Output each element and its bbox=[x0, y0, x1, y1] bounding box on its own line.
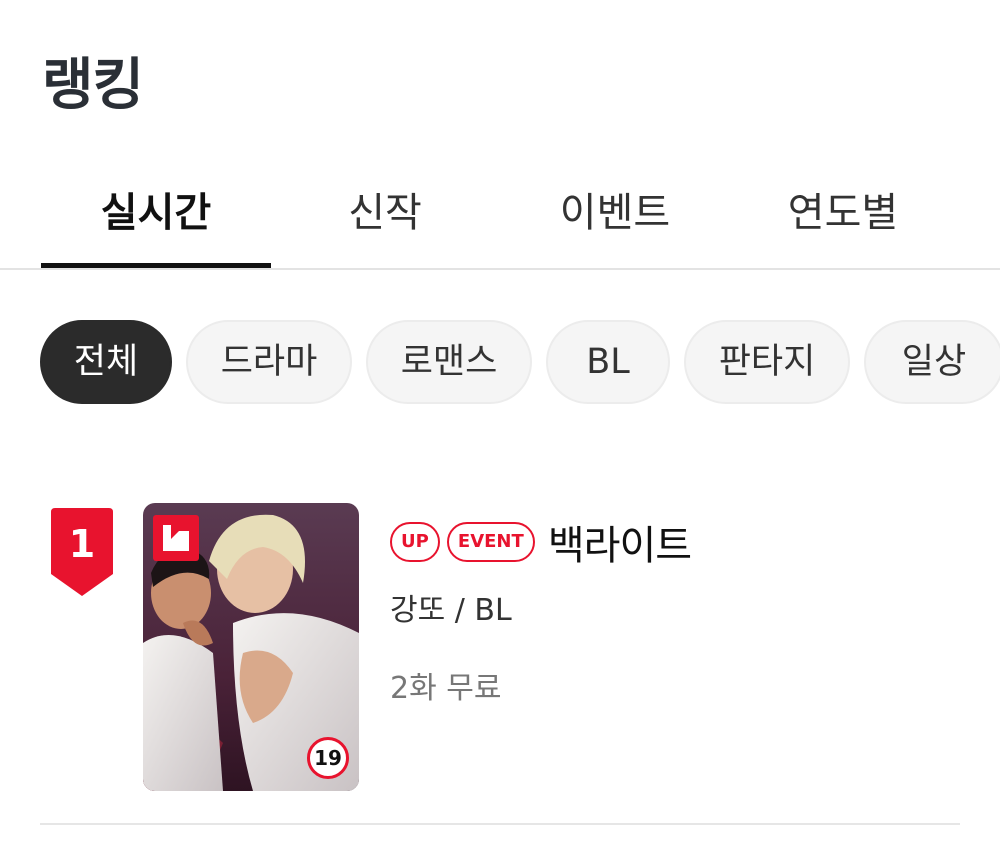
genre-chip-daily[interactable]: 일상 bbox=[864, 320, 1000, 404]
genre-chip-all[interactable]: 전체 bbox=[40, 320, 172, 404]
genre-chip-bl[interactable]: BL bbox=[546, 320, 670, 404]
tab-realtime[interactable]: 실시간 bbox=[41, 180, 271, 268]
free-episodes: 2화 무료 bbox=[390, 671, 502, 706]
genre-chip-romance[interactable]: 로맨스 bbox=[366, 320, 532, 404]
tab-event[interactable]: 이벤트 bbox=[500, 180, 730, 268]
work-title[interactable]: 백라이트 bbox=[548, 513, 692, 571]
ranking-item[interactable]: 1 19 UP EVENT 백라이트 강또 / BL 2화 무료 bbox=[40, 503, 960, 825]
tab-new[interactable]: 신작 bbox=[270, 180, 500, 268]
publisher-logo-icon bbox=[153, 515, 199, 561]
tab-by-year[interactable]: 연도별 bbox=[728, 180, 958, 268]
genre-filter: 전체 드라마 로맨스 BL 판타지 일상 bbox=[40, 320, 1000, 408]
event-tag: EVENT bbox=[446, 522, 535, 562]
author-genre: 강또 / BL bbox=[390, 593, 512, 628]
rank-number: 1 bbox=[68, 522, 96, 566]
work-info: UP EVENT 백라이트 강또 / BL 2화 무료 bbox=[390, 513, 692, 707]
ranking-tabs: 실시간 신작 이벤트 연도별 bbox=[0, 170, 1000, 270]
cover-thumbnail[interactable]: 19 bbox=[143, 503, 359, 791]
genre-chip-drama[interactable]: 드라마 bbox=[186, 320, 352, 404]
genre-chip-fantasy[interactable]: 판타지 bbox=[684, 320, 850, 404]
page-title: 랭킹 bbox=[42, 53, 144, 118]
rank-badge: 1 bbox=[51, 508, 113, 596]
active-tab-indicator bbox=[41, 263, 271, 268]
age-rating-badge: 19 bbox=[307, 737, 349, 779]
up-tag: UP bbox=[390, 522, 440, 562]
